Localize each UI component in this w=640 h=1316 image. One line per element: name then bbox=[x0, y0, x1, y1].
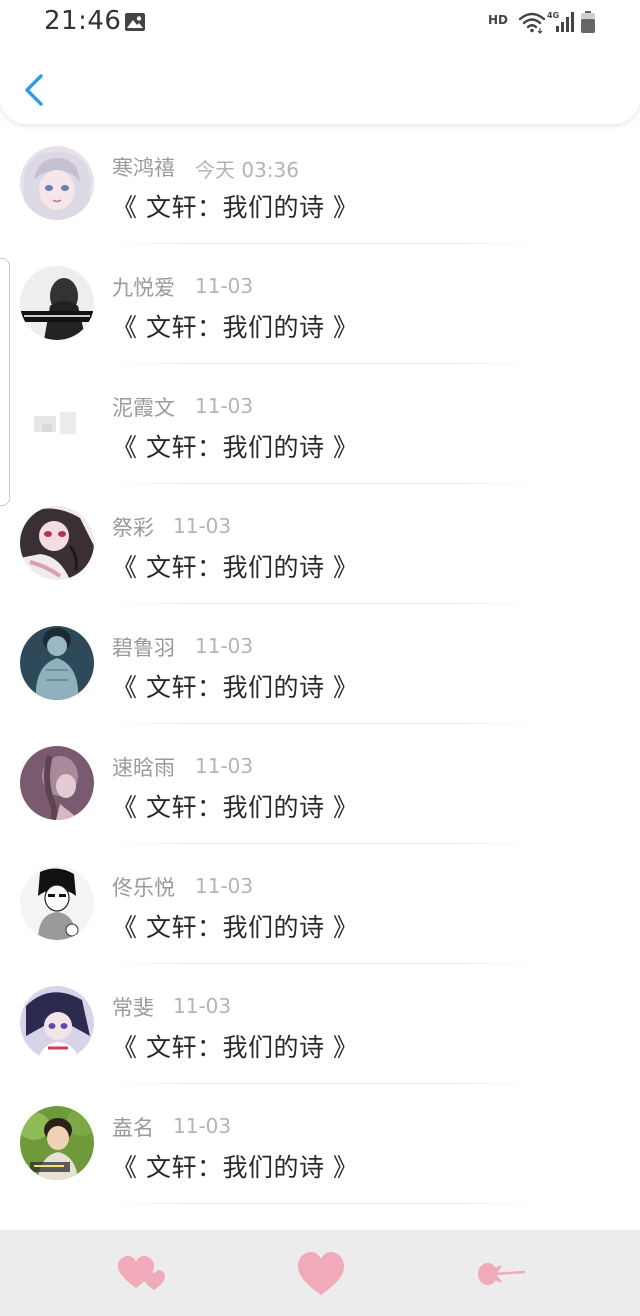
avatar[interactable] bbox=[20, 986, 94, 1060]
user-name[interactable]: 祭彩 bbox=[112, 512, 154, 542]
list-item[interactable]: 速晗雨 11-03 《 文轩：我们的诗 》 bbox=[0, 724, 640, 844]
double-heart-icon[interactable] bbox=[116, 1254, 168, 1294]
post-title[interactable]: 《 文轩：我们的诗 》 bbox=[112, 668, 358, 704]
list-item[interactable]: 祭彩 11-03 《 文轩：我们的诗 》 bbox=[0, 484, 640, 604]
post-time: 11-03 bbox=[173, 994, 232, 1018]
post-time: 11-03 bbox=[195, 634, 254, 658]
post-title[interactable]: 《 文轩：我们的诗 》 bbox=[112, 788, 358, 824]
avatar[interactable] bbox=[20, 386, 94, 460]
user-name[interactable]: 九悦爱 bbox=[112, 272, 175, 302]
post-title[interactable]: 《 文轩：我们的诗 》 bbox=[112, 908, 358, 944]
post-time: 11-03 bbox=[195, 754, 254, 778]
avatar[interactable] bbox=[20, 1106, 94, 1180]
status-bar: 21:46 HD 4G bbox=[0, 0, 640, 46]
svg-text:4G: 4G bbox=[547, 11, 559, 20]
list-item[interactable]: 泥霞文 11-03 《 文轩：我们的诗 》 bbox=[0, 364, 640, 484]
battery-icon bbox=[581, 11, 595, 33]
heart-icon[interactable] bbox=[296, 1250, 346, 1298]
comment-list: 寒鸿禧 今天 03:36 《 文轩：我们的诗 》 九悦爱 11-03 《 文轩：… bbox=[0, 124, 640, 1306]
list-item[interactable]: 盍名 11-03 《 文轩：我们的诗 》 bbox=[0, 1084, 640, 1204]
user-name[interactable]: 速晗雨 bbox=[112, 752, 175, 782]
avatar[interactable] bbox=[20, 866, 94, 940]
avatar[interactable] bbox=[20, 266, 94, 340]
post-title[interactable]: 《 文轩：我们的诗 》 bbox=[112, 428, 358, 464]
wifi-icon bbox=[518, 12, 546, 34]
user-name[interactable]: 常斐 bbox=[112, 992, 154, 1022]
user-name[interactable]: 碧鲁羽 bbox=[112, 632, 175, 662]
hd-indicator: HD bbox=[488, 13, 509, 27]
bottom-toolbar bbox=[0, 1230, 640, 1316]
post-time: 11-03 bbox=[173, 1114, 232, 1138]
avatar[interactable] bbox=[20, 146, 94, 220]
cellular-signal-icon: 4G bbox=[547, 11, 574, 32]
post-time: 11-03 bbox=[173, 514, 232, 538]
post-title[interactable]: 《 文轩：我们的诗 》 bbox=[112, 188, 358, 224]
list-item[interactable]: 寒鸿禧 今天 03:36 《 文轩：我们的诗 》 bbox=[0, 124, 640, 244]
avatar[interactable] bbox=[20, 626, 94, 700]
post-title[interactable]: 《 文轩：我们的诗 》 bbox=[112, 1148, 358, 1184]
post-title[interactable]: 《 文轩：我们的诗 》 bbox=[112, 548, 358, 584]
post-time: 11-03 bbox=[195, 394, 254, 418]
avatar[interactable] bbox=[20, 506, 94, 580]
screen: 21:46 HD 4G 寒鸿禧 今天 03:36 《 文轩：我们的诗 》 九悦爱… bbox=[0, 0, 640, 1316]
post-time: 11-03 bbox=[195, 874, 254, 898]
post-title[interactable]: 《 文轩：我们的诗 》 bbox=[112, 1028, 358, 1064]
arrow-heart-icon[interactable] bbox=[474, 1258, 526, 1290]
drawer-handle[interactable] bbox=[0, 258, 10, 506]
list-item[interactable]: 九悦爱 11-03 《 文轩：我们的诗 》 bbox=[0, 244, 640, 364]
user-name[interactable]: 佟乐悦 bbox=[112, 872, 175, 902]
list-item[interactable]: 佟乐悦 11-03 《 文轩：我们的诗 》 bbox=[0, 844, 640, 964]
back-button[interactable] bbox=[14, 68, 54, 112]
user-name[interactable]: 泥霞文 bbox=[112, 392, 175, 422]
post-time: 11-03 bbox=[195, 274, 254, 298]
gallery-icon bbox=[125, 13, 145, 31]
header: 21:46 HD 4G bbox=[0, 0, 640, 124]
status-time: 21:46 bbox=[44, 6, 122, 36]
list-item[interactable]: 常斐 11-03 《 文轩：我们的诗 》 bbox=[0, 964, 640, 1084]
user-name[interactable]: 盍名 bbox=[112, 1112, 154, 1142]
post-title[interactable]: 《 文轩：我们的诗 》 bbox=[112, 308, 358, 344]
post-time: 今天 03:36 bbox=[195, 158, 299, 182]
list-item[interactable]: 碧鲁羽 11-03 《 文轩：我们的诗 》 bbox=[0, 604, 640, 724]
avatar[interactable] bbox=[20, 746, 94, 820]
user-name[interactable]: 寒鸿禧 bbox=[112, 152, 175, 182]
